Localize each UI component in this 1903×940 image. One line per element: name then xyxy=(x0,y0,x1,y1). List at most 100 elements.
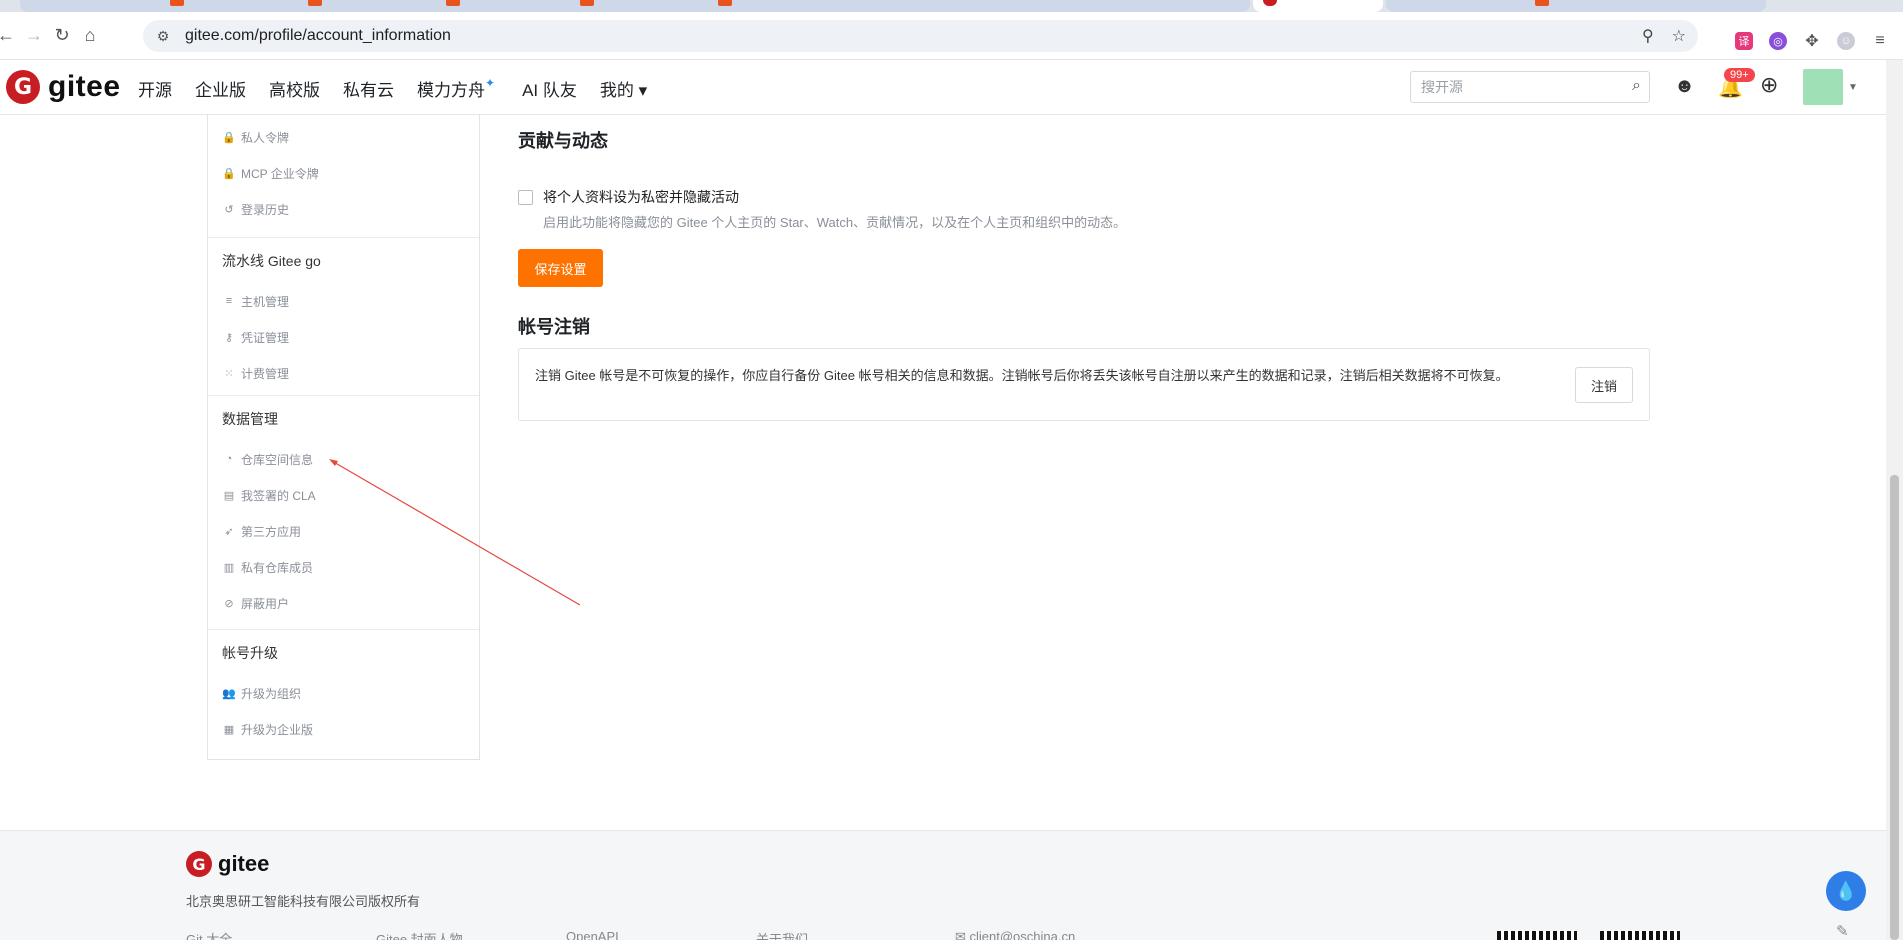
tab-favicon xyxy=(308,0,322,6)
location-icon[interactable]: ⚲ xyxy=(1642,26,1654,46)
privacy-checkbox-label[interactable]: 将个人资料设为私密并隐藏活动 xyxy=(543,187,739,207)
site-header: G gitee 开源 企业版 高校版 私有云 模力方舟✦ AI 队友 我的 ▾ … xyxy=(0,60,1903,115)
sidebar-upgrade-group: 帐号升级 👥 升级为组织 ▦ 升级为企业版 xyxy=(208,629,479,747)
home-button[interactable]: ⌂ xyxy=(76,22,104,50)
avatar[interactable] xyxy=(1803,69,1843,105)
sidebar-item-upgrade-enterprise[interactable]: ▦ 升级为企业版 xyxy=(208,711,479,747)
url-text[interactable]: gitee.com/profile/account_information xyxy=(185,27,451,45)
nav-private-cloud[interactable]: 私有云 xyxy=(343,76,394,101)
menu-icon[interactable]: ≡ xyxy=(1871,32,1889,50)
extensions-icon[interactable]: ✥ xyxy=(1803,32,1821,50)
sidebar-item-label: 登录历史 xyxy=(241,202,290,217)
sidebar-item-label: 计费管理 xyxy=(241,366,290,381)
translate-extension-icon[interactable]: 译 xyxy=(1735,32,1753,50)
browser-tab-strip xyxy=(0,0,1903,12)
qr-code-image xyxy=(1497,931,1577,940)
account-cancel-title: 帐号注销 xyxy=(518,317,590,337)
sidebar-item-repo-space[interactable]: ◔ 仓库空间信息 xyxy=(208,441,479,477)
header-search: ⌕ xyxy=(1410,71,1650,103)
browser-tabs[interactable] xyxy=(20,0,1250,12)
footer-link[interactable]: OpenAPI xyxy=(566,929,756,940)
block-icon: ⊘ xyxy=(224,597,234,610)
footer-link[interactable]: 关于我们 xyxy=(756,929,946,940)
globe-extension-icon[interactable]: ◎ xyxy=(1769,32,1787,50)
feedback-edit-icon[interactable]: ✎ xyxy=(1836,922,1849,940)
footer-logo-text: gitee xyxy=(218,851,270,876)
footer-email[interactable]: ✉ client@oschina.cn xyxy=(955,929,1075,940)
group-icon: 👥 xyxy=(222,687,236,700)
footer-link[interactable]: Git 大全 xyxy=(186,929,376,940)
server-icon: ≡ xyxy=(225,295,233,307)
sidebar-item-label: 凭证管理 xyxy=(241,330,290,345)
mail-icon: ✉ xyxy=(955,929,970,940)
nav-enterprise[interactable]: 企业版 xyxy=(195,76,246,101)
gitee-logo[interactable]: G gitee xyxy=(6,70,121,104)
ai-assistant-icon[interactable]: ☻ xyxy=(1674,75,1695,98)
gitee-logo-mark: G xyxy=(6,70,40,104)
sidebar-item-label: 私有仓库成员 xyxy=(241,560,314,575)
nav-moark[interactable]: 模力方舟✦ xyxy=(417,76,495,101)
forward-icon: → xyxy=(25,25,43,45)
sidebar-item-signed-cla[interactable]: ▤ 我签署的 CLA xyxy=(208,477,479,513)
sidebar-item-login-history[interactable]: ↺ 登录历史 xyxy=(208,191,479,227)
sidebar-item-label: 升级为企业版 xyxy=(241,722,314,737)
sidebar-item-mcp-token[interactable]: 🔒 MCP 企业令牌 xyxy=(208,155,479,191)
nav-education[interactable]: 高校版 xyxy=(269,76,320,101)
back-button[interactable]: ← xyxy=(0,22,20,50)
sidebar-item-personal-token[interactable]: 🔒 私人令牌 xyxy=(208,119,479,155)
sidebar-item-label: 私人令牌 xyxy=(241,130,290,145)
address-bar[interactable]: ⚙ gitee.com/profile/account_information … xyxy=(143,20,1698,52)
sidebar-item-host-management[interactable]: ≡ 主机管理 xyxy=(208,283,479,319)
sidebar-pipeline-group: 流水线 Gitee go ≡ 主机管理 ⚷ 凭证管理 ⁙ 计费管理 xyxy=(208,237,479,395)
footer-links: Git 大全 Gitee 封面人物 OpenAPI 关于我们 xyxy=(186,929,946,940)
help-chat-icon[interactable]: 💧 xyxy=(1826,871,1866,911)
add-icon[interactable]: ⊕ xyxy=(1760,72,1778,98)
reload-button[interactable]: ↻ xyxy=(48,22,76,50)
footer-link[interactable]: Gitee 封面人物 xyxy=(376,929,566,940)
sidebar-item-label: 仓库空间信息 xyxy=(241,452,314,467)
sidebar-section-title: 帐号升级 xyxy=(208,629,479,675)
sidebar-item-upgrade-org[interactable]: 👥 升级为组织 xyxy=(208,675,479,711)
account-cancel-panel: 注销 Gitee 帐号是不可恢复的操作，你应自行备份 Gitee 帐号相关的信息… xyxy=(518,348,1650,421)
avatar-caret-icon[interactable]: ▼ xyxy=(1848,82,1858,93)
browser-tabs[interactable] xyxy=(1386,0,1766,12)
scrollbar-thumb[interactable] xyxy=(1890,475,1899,940)
sidebar-item-blocked-users[interactable]: ⊘ 屏蔽用户 xyxy=(208,585,479,621)
sidebar-item-label: 屏蔽用户 xyxy=(241,596,290,611)
sidebar-item-label: 第三方应用 xyxy=(241,524,302,539)
privacy-checkbox[interactable] xyxy=(518,189,533,205)
footer-email-text: client@oschina.cn xyxy=(969,929,1076,940)
browser-toolbar: ← → ↻ ⌂ ⚙ gitee.com/profile/account_info… xyxy=(0,12,1903,60)
nav-mine-dropdown[interactable]: 我的 ▾ xyxy=(600,76,647,101)
notification-badge: 99+ xyxy=(1724,68,1755,82)
nav-ai-teammate[interactable]: AI 队友 xyxy=(522,76,577,101)
search-input[interactable] xyxy=(1421,79,1611,95)
sidebar-item-credentials[interactable]: ⚷ 凭证管理 xyxy=(208,319,479,355)
privacy-option: 将个人资料设为私密并隐藏活动 xyxy=(518,187,739,207)
sidebar-security-group: 🔒 私人令牌 🔒 MCP 企业令牌 ↺ 登录历史 xyxy=(208,115,479,237)
sidebar-item-label: 升级为组织 xyxy=(241,686,302,701)
save-settings-button[interactable]: 保存设置 xyxy=(518,249,603,287)
sidebar-item-third-party-apps[interactable]: ➶ 第三方应用 xyxy=(208,513,479,549)
site-info-icon[interactable]: ⚙ xyxy=(153,26,173,46)
settings-sidebar: 🔒 私人令牌 🔒 MCP 企业令牌 ↺ 登录历史 流水线 Gitee go ≡ 主机管理… xyxy=(207,115,480,760)
lock-icon: 🔒 xyxy=(222,167,236,180)
tab-favicon xyxy=(580,0,594,6)
schedule-icon: ⁙ xyxy=(224,367,234,380)
site-footer: G gitee 北京奥思研工智能科技有限公司版权所有 Git 大全 Gitee … xyxy=(0,830,1886,940)
nav-opensource[interactable]: 开源 xyxy=(138,76,172,101)
forward-button[interactable]: → xyxy=(20,22,48,50)
tab-favicon xyxy=(170,0,184,6)
search-icon[interactable]: ⌕ xyxy=(1632,77,1641,95)
building-icon: ▦ xyxy=(223,723,235,736)
footer-logo[interactable]: G gitee xyxy=(186,851,269,877)
reload-icon: ↻ xyxy=(54,25,70,45)
profile-icon[interactable]: ☺ xyxy=(1837,32,1855,50)
main-nav: 开源 企业版 高校版 私有云 模力方舟✦ AI 队友 我的 ▾ xyxy=(138,76,647,101)
bookmark-star-icon[interactable]: ☆ xyxy=(1672,26,1686,46)
page-scrollbar[interactable] xyxy=(1886,60,1903,940)
sidebar-item-private-repo-members[interactable]: ▥ 私有仓库成员 xyxy=(208,549,479,585)
sidebar-item-billing[interactable]: ⁙ 计费管理 xyxy=(208,355,479,391)
cancel-account-button[interactable]: 注销 xyxy=(1575,367,1633,403)
tab-favicon xyxy=(446,0,460,6)
